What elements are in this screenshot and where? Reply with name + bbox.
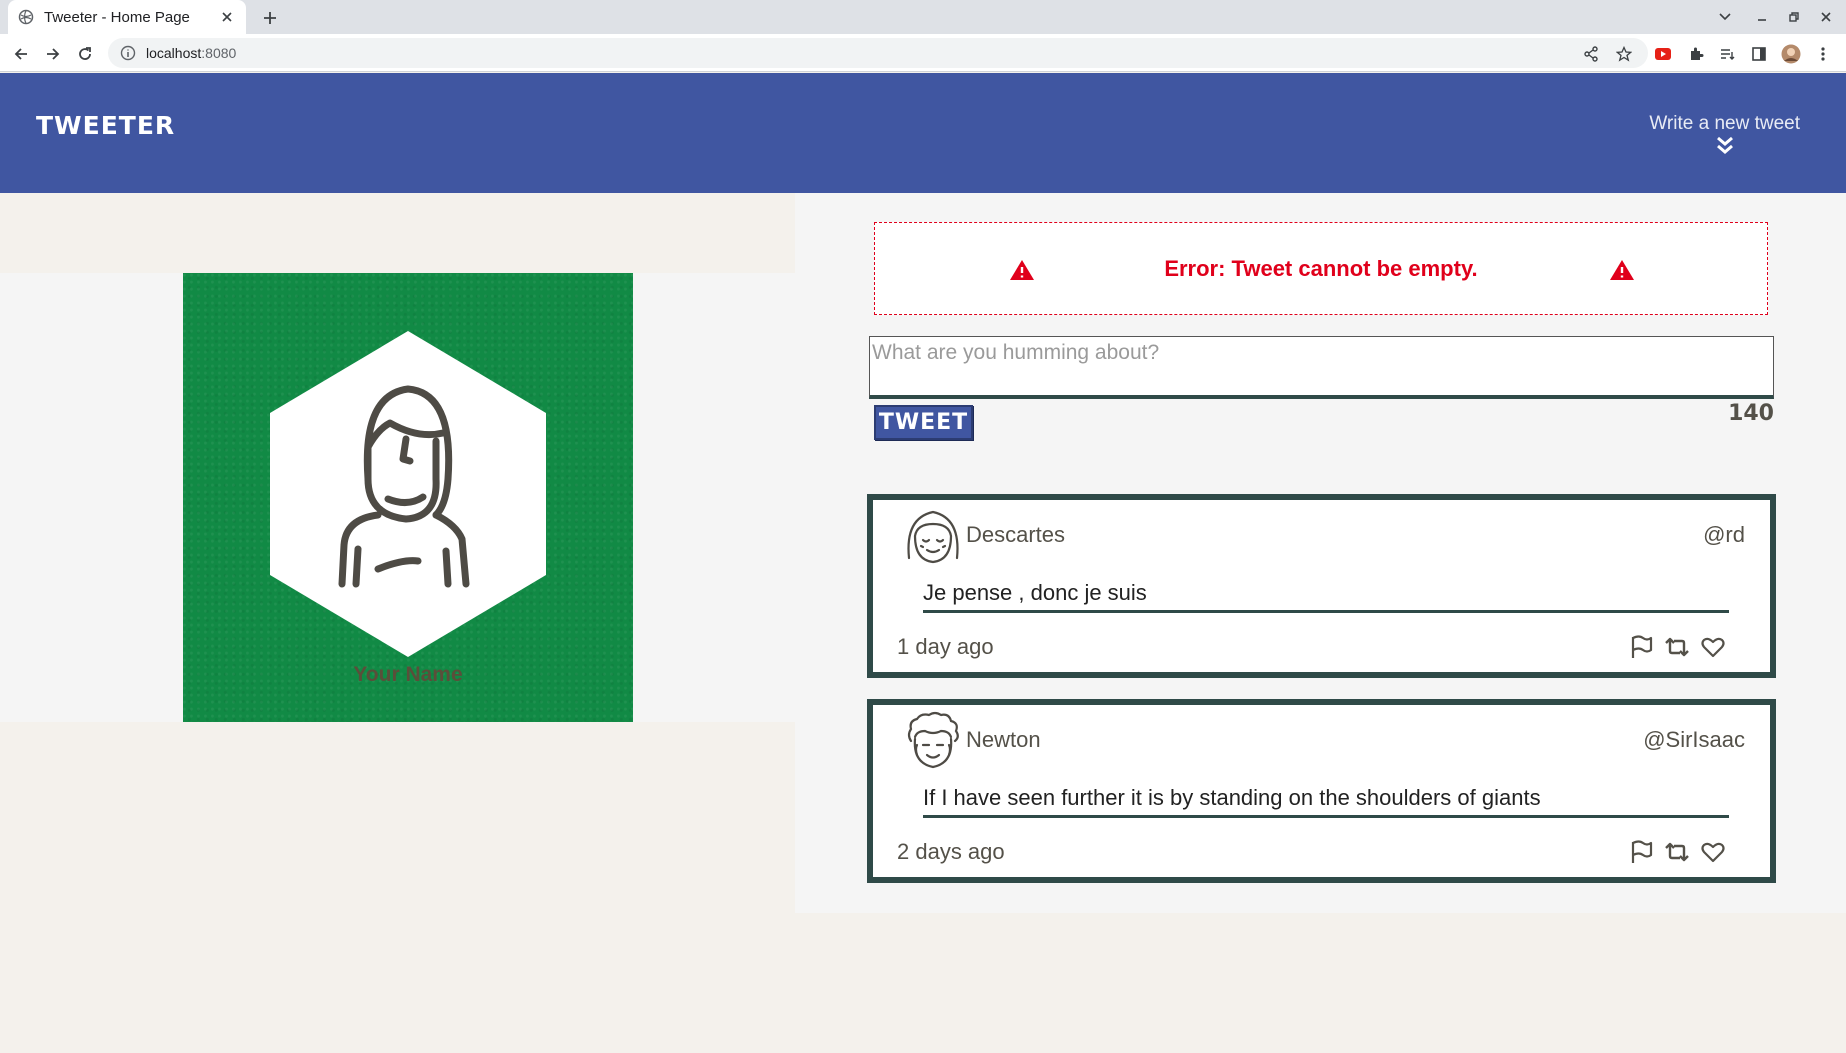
tweet-handle: @rd — [1703, 522, 1745, 547]
tweet-actions — [1628, 634, 1726, 660]
flag-icon[interactable] — [1628, 839, 1654, 865]
tweet-author: Newton — [966, 727, 1041, 752]
tweet-text: If I have seen further it is by standing… — [923, 785, 1729, 818]
tweet-author: Descartes — [966, 522, 1066, 547]
reading-list-icon[interactable] — [1717, 44, 1737, 64]
close-window-icon[interactable] — [1816, 8, 1836, 26]
error-message: Error: Tweet cannot be empty. — [874, 222, 1768, 315]
app-header: TWEETER Write a new tweet — [0, 73, 1846, 193]
tweet-card: Descartes @rd Je pense , donc je suis 1 … — [867, 494, 1776, 678]
tweet-timestamp: 1 day ago — [897, 634, 994, 659]
tab-title: Tweeter - Home Page — [44, 8, 190, 26]
retweet-icon[interactable] — [1664, 839, 1690, 865]
info-icon[interactable] — [120, 45, 136, 61]
menu-kebab-icon[interactable] — [1813, 44, 1833, 64]
star-icon[interactable] — [1614, 44, 1634, 64]
new-tab-button[interactable] — [258, 6, 282, 30]
compose-toggle-label: Write a new tweet — [1649, 113, 1800, 134]
reload-icon[interactable] — [74, 43, 96, 65]
extensions-icon[interactable] — [1686, 44, 1706, 64]
profile-name: Your Name — [353, 663, 463, 686]
tweet-handle: @SirIsaac — [1643, 727, 1745, 752]
chevron-down-icon[interactable] — [1715, 8, 1735, 26]
tweet-submit-button[interactable]: TWEET — [874, 405, 973, 440]
retweet-icon[interactable] — [1664, 634, 1690, 660]
tweet-textarea[interactable] — [869, 336, 1774, 399]
flag-icon[interactable] — [1628, 634, 1654, 660]
url-text: localhost:8080 — [146, 45, 236, 61]
tweet-card: Newton @SirIsaac If I have seen further … — [867, 699, 1776, 883]
url-host: localhost — [146, 45, 202, 61]
tweet-timestamp: 2 days ago — [897, 839, 1005, 864]
browser-tab[interactable]: Tweeter - Home Page — [8, 0, 246, 34]
heart-icon[interactable] — [1700, 634, 1726, 660]
minimize-icon[interactable] — [1752, 8, 1772, 26]
url-port: :8080 — [201, 45, 237, 61]
brand-logo[interactable]: TWEETER — [36, 111, 175, 140]
tweet-avatar — [907, 711, 959, 769]
profile-avatar — [270, 331, 546, 657]
globe-icon — [18, 9, 34, 25]
back-icon[interactable] — [10, 43, 32, 65]
restore-icon[interactable] — [1784, 8, 1804, 26]
youtube-extension-icon[interactable] — [1653, 44, 1673, 64]
tweet-actions — [1628, 839, 1726, 865]
character-counter: 140 — [1728, 401, 1774, 426]
side-panel-icon[interactable] — [1749, 44, 1769, 64]
close-icon[interactable] — [218, 8, 236, 26]
tweet-text: Je pense , donc je suis — [923, 580, 1729, 613]
tweet-avatar — [907, 510, 959, 564]
double-chevron-down-icon — [1716, 136, 1733, 154]
write-new-tweet-toggle[interactable]: Write a new tweet — [1649, 113, 1800, 155]
browser-tab-strip: Tweeter - Home Page — [0, 0, 1846, 34]
heart-icon[interactable] — [1700, 839, 1726, 865]
profile-avatar-icon[interactable] — [1781, 44, 1801, 64]
forward-icon[interactable] — [42, 43, 64, 65]
address-bar[interactable]: localhost:8080 — [108, 38, 1648, 68]
share-icon[interactable] — [1581, 44, 1601, 64]
browser-toolbar: localhost:8080 — [0, 34, 1846, 72]
profile-card: Your Name — [183, 273, 633, 722]
warning-icon — [1610, 260, 1634, 280]
